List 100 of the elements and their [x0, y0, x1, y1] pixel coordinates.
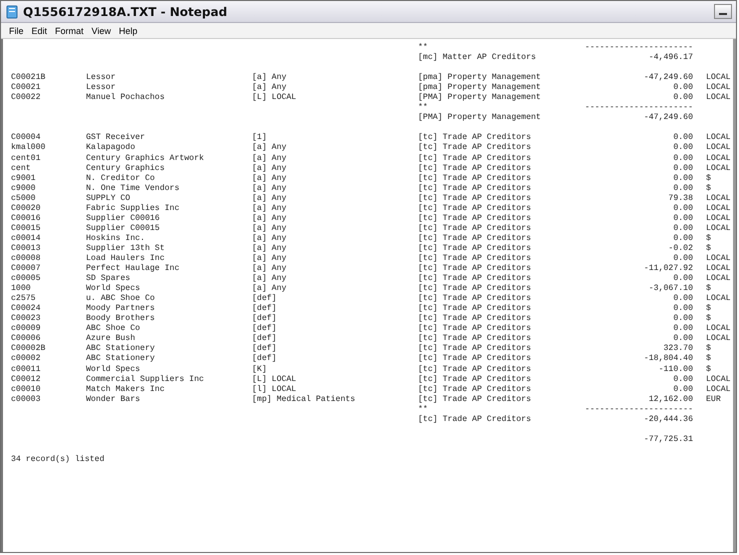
subtotal-amount: -47,249.60 [642, 113, 693, 124]
amount: 0.00 [672, 164, 693, 174]
currency: LOCAL [706, 214, 731, 224]
ledger-name: [tc] Trade AP Creditors [418, 204, 532, 214]
currency: $ [706, 304, 711, 314]
menu-item[interactable]: Edit [28, 26, 52, 36]
vendor-code: c00003 [11, 394, 42, 405]
menu-item[interactable]: View [88, 26, 115, 36]
amount: -3,067.10 [648, 284, 693, 294]
currency-group: [a] Any [252, 274, 418, 284]
vendor-code: c00002 [11, 354, 42, 364]
vendor-code: C00004 [11, 133, 42, 143]
vendor-name: Century Graphics [86, 164, 166, 174]
ledger-name: [PMA] Property Management [418, 93, 542, 103]
amount: 0.00 [672, 374, 693, 385]
ledger-name: [tc] Trade AP Creditors [418, 143, 532, 154]
ledger-name: [tc] Trade AP Creditors [418, 344, 532, 354]
vendor-code: C00021 [11, 83, 42, 94]
vendor-name: Fabric Supplies Inc [86, 204, 180, 214]
vendor-code: c00011 [11, 364, 42, 375]
vendor-name: Wonder Bars [86, 394, 142, 405]
amount: 12,162.00 [648, 394, 693, 405]
currency: LOCAL [706, 324, 731, 334]
currency-group: [def] [252, 344, 418, 354]
ledger-name: [tc] Trade AP Creditors [418, 324, 532, 334]
vendor-name: GST Receiver [86, 133, 146, 143]
currency: LOCAL [706, 384, 731, 395]
currency: LOCAL [706, 143, 731, 154]
vendor-name: Kalapagodo [86, 143, 136, 154]
amount: -110.00 [658, 364, 693, 375]
amount: 0.00 [672, 83, 693, 94]
vendor-name: ABC Stationery [86, 344, 156, 354]
vendor-name: Moody Partners [86, 304, 156, 314]
vendor-code: c00009 [11, 324, 42, 334]
ledger-name: [tc] Trade AP Creditors [418, 174, 532, 184]
currency-group: [a] Any [252, 264, 418, 274]
ledger-name: [tc] Trade AP Creditors [418, 374, 532, 385]
vendor-name: World Specs [86, 284, 142, 294]
amount: -47,249.60 [642, 73, 693, 84]
vendor-name: World Specs [86, 364, 142, 375]
amount: 0.00 [672, 334, 693, 344]
currency-group: [a] Any [252, 234, 418, 244]
menu-item[interactable]: Help [114, 26, 142, 36]
amount: 0.00 [672, 384, 693, 395]
vendor-name: ABC Shoe Co [86, 324, 142, 334]
vendor-code: c9000 [11, 184, 37, 194]
ledger-name: [tc] Trade AP Creditors [418, 354, 532, 364]
amount: 0.00 [672, 304, 693, 314]
vendor-name: Century Graphics Artwork [86, 154, 205, 164]
amount: 0.00 [672, 184, 693, 194]
currency-group: [K] [252, 364, 418, 375]
vendor-name: Boody Brothers [86, 314, 156, 324]
vendor-code: C00002B [11, 344, 46, 354]
currency: EUR [706, 394, 721, 405]
ledger-name: [tc] Trade AP Creditors [418, 334, 532, 344]
amount: 0.00 [672, 214, 693, 224]
subtotal-label: [mc] Matter AP Creditors [418, 53, 537, 64]
ledger-name: [tc] Trade AP Creditors [418, 224, 532, 234]
vendor-name: Supplier C00016 [86, 214, 161, 224]
amount: 0.00 [672, 133, 693, 144]
vendor-name: Manuel Pochachos [86, 93, 166, 104]
ledger-name: [tc] Trade AP Creditors [418, 304, 532, 314]
currency: LOCAL [706, 93, 731, 104]
vendor-name: Perfect Haulage Inc [86, 264, 180, 274]
currency-group: [a] Any [252, 254, 418, 264]
subtotal-marker: ** [418, 43, 429, 53]
currency-group: [a] Any [252, 284, 418, 294]
vendor-name: Hoskins Inc. [86, 234, 146, 244]
vendor-code: c2575 [11, 294, 37, 304]
amount: 0.00 [672, 324, 693, 334]
currency-group: [a] Any [252, 194, 418, 204]
vendor-code: C00022 [11, 93, 42, 104]
amount: 323.70 [662, 344, 693, 354]
currency: LOCAL [706, 83, 731, 94]
vendor-code: c9001 [11, 174, 37, 184]
vendor-code: C00007 [11, 264, 42, 274]
vendor-code: C00015 [11, 224, 42, 234]
vendor-code: kmal000 [11, 143, 46, 154]
ledger-name: [tc] Trade AP Creditors [418, 234, 532, 244]
ledger-name: [tc] Trade AP Creditors [418, 194, 532, 204]
currency: $ [706, 314, 711, 324]
currency: LOCAL [706, 294, 731, 304]
ledger-name: [tc] Trade AP Creditors [418, 244, 532, 254]
vendor-name: Load Haulers Inc [86, 254, 166, 264]
dashed-rule: ---------------------- [584, 43, 693, 54]
currency: $ [706, 344, 711, 354]
currency: $ [706, 354, 711, 364]
currency-group: [a] Any [252, 73, 418, 84]
vendor-name: SD Spares [86, 274, 132, 284]
amount: 0.00 [672, 254, 693, 264]
amount: 0.00 [672, 224, 693, 234]
currency: LOCAL [706, 334, 731, 344]
vendor-code: C00016 [11, 214, 42, 224]
currency: LOCAL [706, 264, 731, 274]
menu-item[interactable]: Format [51, 26, 88, 36]
menu-item[interactable]: File [5, 26, 28, 36]
vendor-code: cent [11, 164, 32, 174]
amount: 0.00 [672, 204, 693, 214]
minimize-button[interactable] [714, 4, 732, 19]
vendor-name: Commercial Suppliers Inc [86, 374, 205, 385]
